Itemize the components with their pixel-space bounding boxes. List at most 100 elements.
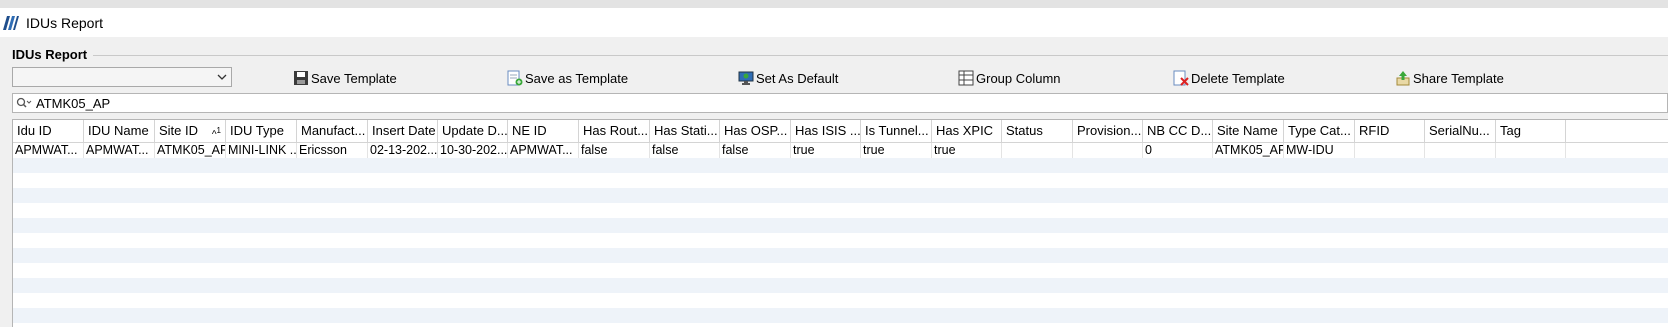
table-cell: APMWAT...	[84, 143, 155, 158]
report-panel: IDUs Report Save Template Save as Templa…	[0, 37, 1668, 327]
column-header[interactable]: Manufact...	[297, 120, 368, 142]
column-header-label: Insert Date	[372, 123, 436, 138]
empty-row-stripe	[13, 158, 1668, 173]
table-cell: ATMK05_AP	[1215, 143, 1284, 158]
share-template-button[interactable]: Share Template	[1395, 68, 1504, 88]
column-header-label: Site Name	[1217, 123, 1278, 138]
column-header-label: Idu ID	[17, 123, 52, 138]
column-header[interactable]: Site Name	[1213, 120, 1284, 142]
table-cell	[1355, 143, 1425, 158]
column-header[interactable]: Has OSP...	[720, 120, 791, 142]
column-header[interactable]: Status	[1002, 120, 1073, 142]
save-as-template-button[interactable]: Save as Template	[507, 68, 628, 88]
table-row[interactable]: APMWAT... APMWAT... ATMK05_AP MINI-LINK ...…	[13, 143, 1668, 158]
empty-row-stripe	[13, 248, 1668, 263]
column-header-label: IDU Name	[88, 123, 149, 138]
monitor-icon	[738, 71, 754, 85]
column-header[interactable]: Has Rout...	[579, 120, 650, 142]
table-cell: ATMK05_AP	[157, 143, 226, 158]
save-template-button[interactable]: Save Template	[293, 68, 397, 88]
window-title: IDUs Report	[26, 14, 104, 31]
search-icon	[16, 97, 32, 108]
column-header-label: Update D...	[442, 123, 508, 138]
column-header-label: Has XPIC	[936, 123, 994, 138]
panel-legend: IDUs Report	[12, 47, 94, 62]
column-header-label: IDU Type	[230, 123, 284, 138]
empty-row-stripe	[13, 218, 1668, 233]
column-header[interactable]: IDU Name	[84, 120, 155, 142]
column-header-label: Has Stati...	[654, 123, 718, 138]
table-cell	[1073, 143, 1143, 158]
table-cell: false	[650, 143, 720, 158]
column-header[interactable]: Has XPIC	[932, 120, 1002, 142]
column-header[interactable]: Type Cat...	[1284, 120, 1355, 142]
empty-row-stripe	[13, 308, 1668, 323]
idus-table[interactable]: Idu ID IDU Name Site ID ^1 IDU Type Manufact.…	[12, 119, 1668, 327]
column-header[interactable]: Idu ID	[13, 120, 84, 142]
column-header[interactable]: Tag	[1496, 120, 1566, 142]
table-cell: true	[861, 143, 932, 158]
sort-order: 1	[216, 126, 221, 135]
delete-template-button[interactable]: Delete Template	[1173, 68, 1285, 88]
column-header-label: SerialNu...	[1429, 123, 1490, 138]
column-header[interactable]: Has ISIS ...	[791, 120, 861, 142]
table-cell: true	[932, 143, 1002, 158]
column-header-label: Status	[1006, 123, 1043, 138]
title-bar: IDUs Report	[0, 8, 1668, 37]
column-header-label: Tag	[1500, 123, 1521, 138]
column-header[interactable]: RFID	[1355, 120, 1425, 142]
table-cell: 0	[1143, 143, 1213, 158]
column-header[interactable]: Has Stati...	[650, 120, 720, 142]
column-header-label: Manufact...	[301, 123, 366, 138]
empty-row-stripe	[13, 278, 1668, 293]
column-header-label: Has OSP...	[724, 123, 788, 138]
column-header-label: Type Cat...	[1288, 123, 1351, 138]
column-header[interactable]: Is Tunnel...	[861, 120, 932, 142]
column-header[interactable]: NB CC D...	[1143, 120, 1213, 142]
set-as-default-label: Set As Default	[756, 70, 839, 86]
table-cell: 10-30-202...	[440, 143, 508, 158]
table-cell: true	[791, 143, 861, 158]
column-header[interactable]: Insert Date	[368, 120, 438, 142]
save-icon	[294, 71, 308, 85]
column-header-label: Provision...	[1077, 123, 1142, 138]
save-as-icon	[507, 70, 523, 86]
search-field[interactable]: ATMK05_AP	[12, 93, 1668, 113]
panel-divider	[92, 55, 1668, 56]
column-header-label: NB CC D...	[1147, 123, 1212, 138]
template-select[interactable]	[12, 67, 232, 87]
column-header[interactable]: Site ID ^1	[155, 120, 226, 142]
group-column-label: Group Column	[976, 70, 1061, 86]
column-header-label: Has Rout...	[583, 123, 649, 138]
share-icon	[1396, 71, 1410, 86]
set-as-default-button[interactable]: Set As Default	[738, 68, 838, 88]
column-header[interactable]: Provision...	[1073, 120, 1143, 142]
window-top-strip	[0, 0, 1668, 8]
column-header[interactable]: NE ID	[508, 120, 579, 142]
empty-row-stripe	[13, 188, 1668, 203]
column-header-label: RFID	[1359, 123, 1390, 138]
table-cell	[1425, 143, 1496, 158]
share-template-label: Share Template	[1413, 70, 1504, 86]
group-column-button[interactable]: Group Column	[958, 68, 1061, 88]
table-cell: false	[579, 143, 650, 158]
table-cell: MW-IDU	[1284, 143, 1355, 158]
column-header-label: Site ID	[159, 123, 199, 138]
table-cell	[1002, 143, 1073, 158]
table-cell: false	[720, 143, 791, 158]
save-as-template-label: Save as Template	[525, 70, 629, 86]
save-template-label: Save Template	[311, 70, 397, 86]
chevron-down-icon	[217, 74, 227, 80]
column-header[interactable]: IDU Type	[226, 120, 297, 142]
table-cell: Ericsson	[297, 143, 368, 158]
search-input-value: ATMK05_AP	[36, 95, 111, 111]
delete-template-label: Delete Template	[1191, 70, 1285, 86]
column-header[interactable]: SerialNu...	[1425, 120, 1496, 142]
group-column-icon	[958, 70, 974, 86]
table-header: Idu ID IDU Name Site ID ^1 IDU Type Manufact.…	[13, 120, 1668, 143]
column-header-label: Is Tunnel...	[865, 123, 929, 138]
column-header-label: Has ISIS ...	[795, 123, 861, 138]
table-cell: APMWAT...	[13, 143, 84, 158]
sort-ascending-icon: ^1	[212, 120, 221, 142]
column-header[interactable]: Update D...	[438, 120, 508, 142]
